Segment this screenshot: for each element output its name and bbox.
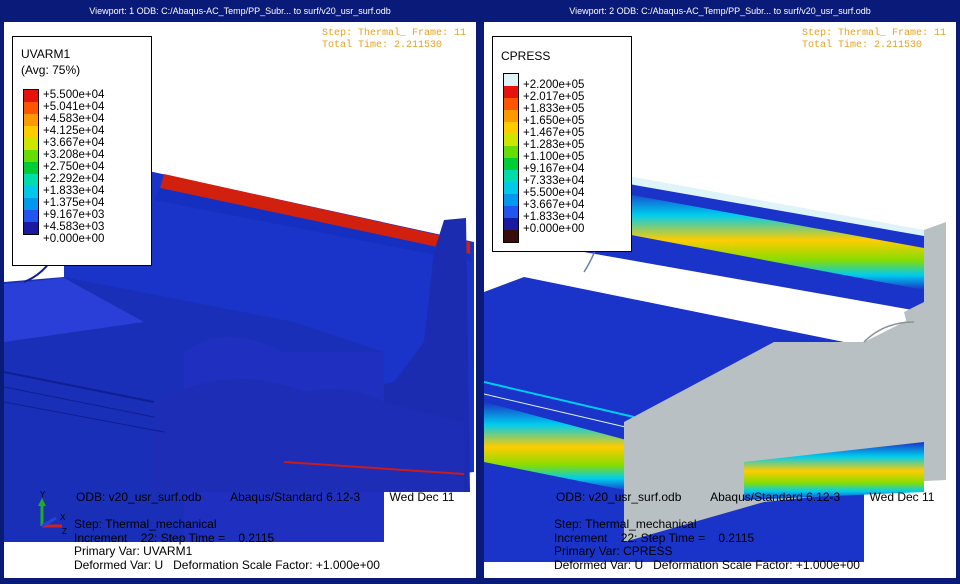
run-date: Wed Dec 11 (869, 490, 935, 504)
legend-value: +4.125e+04 (43, 125, 105, 137)
step-summary: Step: Thermal_mechanical Increment 22: St… (74, 517, 380, 572)
deformed-var: Deformed Var: U Deformation Scale Factor… (554, 557, 860, 572)
triad-z-label: Z (62, 527, 67, 534)
viewport-1-footer: ODB: v20_usr_surf.odb Abaqus/Standard 6.… (4, 486, 476, 578)
legend-value: +1.833e+04 (523, 211, 585, 223)
legend-color-bar (23, 89, 39, 235)
run-date: Wed Dec 11 (389, 490, 455, 504)
deformed-var: Deformed Var: U Deformation Scale Factor… (74, 557, 380, 572)
primary-var: Primary Var: CPRESS (554, 544, 673, 558)
legend-value: +1.650e+05 (523, 115, 585, 127)
primary-var: Primary Var: UVARM1 (74, 544, 193, 558)
step-name: Step: Thermal_mechanical (554, 517, 697, 531)
step-frame-text: Step: Thermal_ Frame: 11 (801, 28, 946, 39)
odb-name: ODB: v20_usr_surf.odb (76, 490, 202, 504)
legend-subtitle: (Avg: 75%) (21, 63, 81, 77)
triad-x-label: X (60, 513, 66, 522)
solver-version: Abaqus/Standard 6.12-3 (230, 490, 361, 504)
legend-value: +3.667e+04 (43, 137, 105, 149)
total-time-text: Total Time: 2.211530 (321, 40, 442, 51)
legend-value: +1.375e+04 (43, 197, 105, 209)
triad-y-label: Y (40, 490, 46, 499)
odb-line: ODB: v20_usr_surf.odb Abaqus/Standard 6.… (556, 490, 956, 504)
step-name: Step: Thermal_mechanical (74, 517, 217, 531)
legend-value: +4.583e+03 (43, 221, 105, 233)
legend-value: +0.000e+00 (43, 233, 105, 245)
legend-value: +7.333e+04 (523, 175, 585, 187)
legend-value: +5.041e+04 (43, 101, 105, 113)
legend-value: +9.167e+03 (43, 209, 105, 221)
legend-title: CPRESS (501, 49, 551, 63)
legend-value: +2.750e+04 (43, 161, 105, 173)
step-frame-text: Step: Thermal_ Frame: 11 (321, 28, 466, 39)
viewport-1-titlebar[interactable]: Viewport: 1 ODB: C:/Abaqus-AC_Temp/PP_Su… (0, 0, 480, 22)
legend-value: +9.167e+04 (523, 163, 585, 175)
increment-text: Increment 22: Step Time = 0.2115 (554, 530, 755, 545)
legend-value: +4.583e+04 (43, 113, 105, 125)
odb-line: ODB: v20_usr_surf.odb Abaqus/Standard 6.… (76, 490, 476, 504)
viewport-2-legend[interactable]: CPRESS +2.200e+05 +2.017e+05 +1.833e+05 … (492, 36, 632, 252)
legend-value: +3.208e+04 (43, 149, 105, 161)
legend-value: +1.833e+05 (523, 103, 585, 115)
axis-triad-icon: Y X Z (38, 490, 67, 534)
total-time-text: Total Time: 2.211530 (801, 40, 922, 51)
legend-value: +2.017e+05 (523, 91, 585, 103)
legend-value: +3.667e+04 (523, 199, 585, 211)
increment-text: Increment 22: Step Time = 0.2115 (74, 530, 275, 545)
legend-value: +5.500e+04 (43, 89, 105, 101)
viewport-1[interactable]: Step: Thermal_ Frame: 11 Total Time: 2.2… (4, 22, 476, 578)
legend-value: +1.100e+05 (523, 151, 585, 163)
legend-title: UVARM1 (21, 47, 71, 61)
viewport-2-step-info: Step: Thermal_ Frame: 11 Total Time: 2.2… (802, 28, 946, 52)
legend-value: +2.200e+05 (523, 79, 585, 91)
viewport-1-step-info: Step: Thermal_ Frame: 11 Total Time: 2.2… (322, 28, 466, 52)
viewport-1-legend[interactable]: UVARM1 (Avg: 75%) +5.500e+04 +5.041e+04 … (12, 36, 152, 266)
solver-version: Abaqus/Standard 6.12-3 (710, 490, 841, 504)
viewport-2[interactable]: Step: Thermal_ Frame: 11 Total Time: 2.2… (484, 22, 956, 578)
legend-value: +0.000e+00 (523, 223, 585, 235)
step-summary: Step: Thermal_mechanical Increment 22: St… (554, 517, 860, 572)
legend-value: +2.292e+04 (43, 173, 105, 185)
legend-value: +1.467e+05 (523, 127, 585, 139)
legend-value: +5.500e+04 (523, 187, 585, 199)
legend-value: +1.833e+04 (43, 185, 105, 197)
legend-value: +1.283e+05 (523, 139, 585, 151)
viewport-2-footer: ODB: v20_usr_surf.odb Abaqus/Standard 6.… (484, 486, 956, 578)
viewport-2-titlebar[interactable]: Viewport: 2 ODB: C:/Abaqus-AC_Temp/PP_Su… (480, 0, 960, 22)
odb-name: ODB: v20_usr_surf.odb (556, 490, 682, 504)
legend-color-bar (503, 73, 519, 243)
